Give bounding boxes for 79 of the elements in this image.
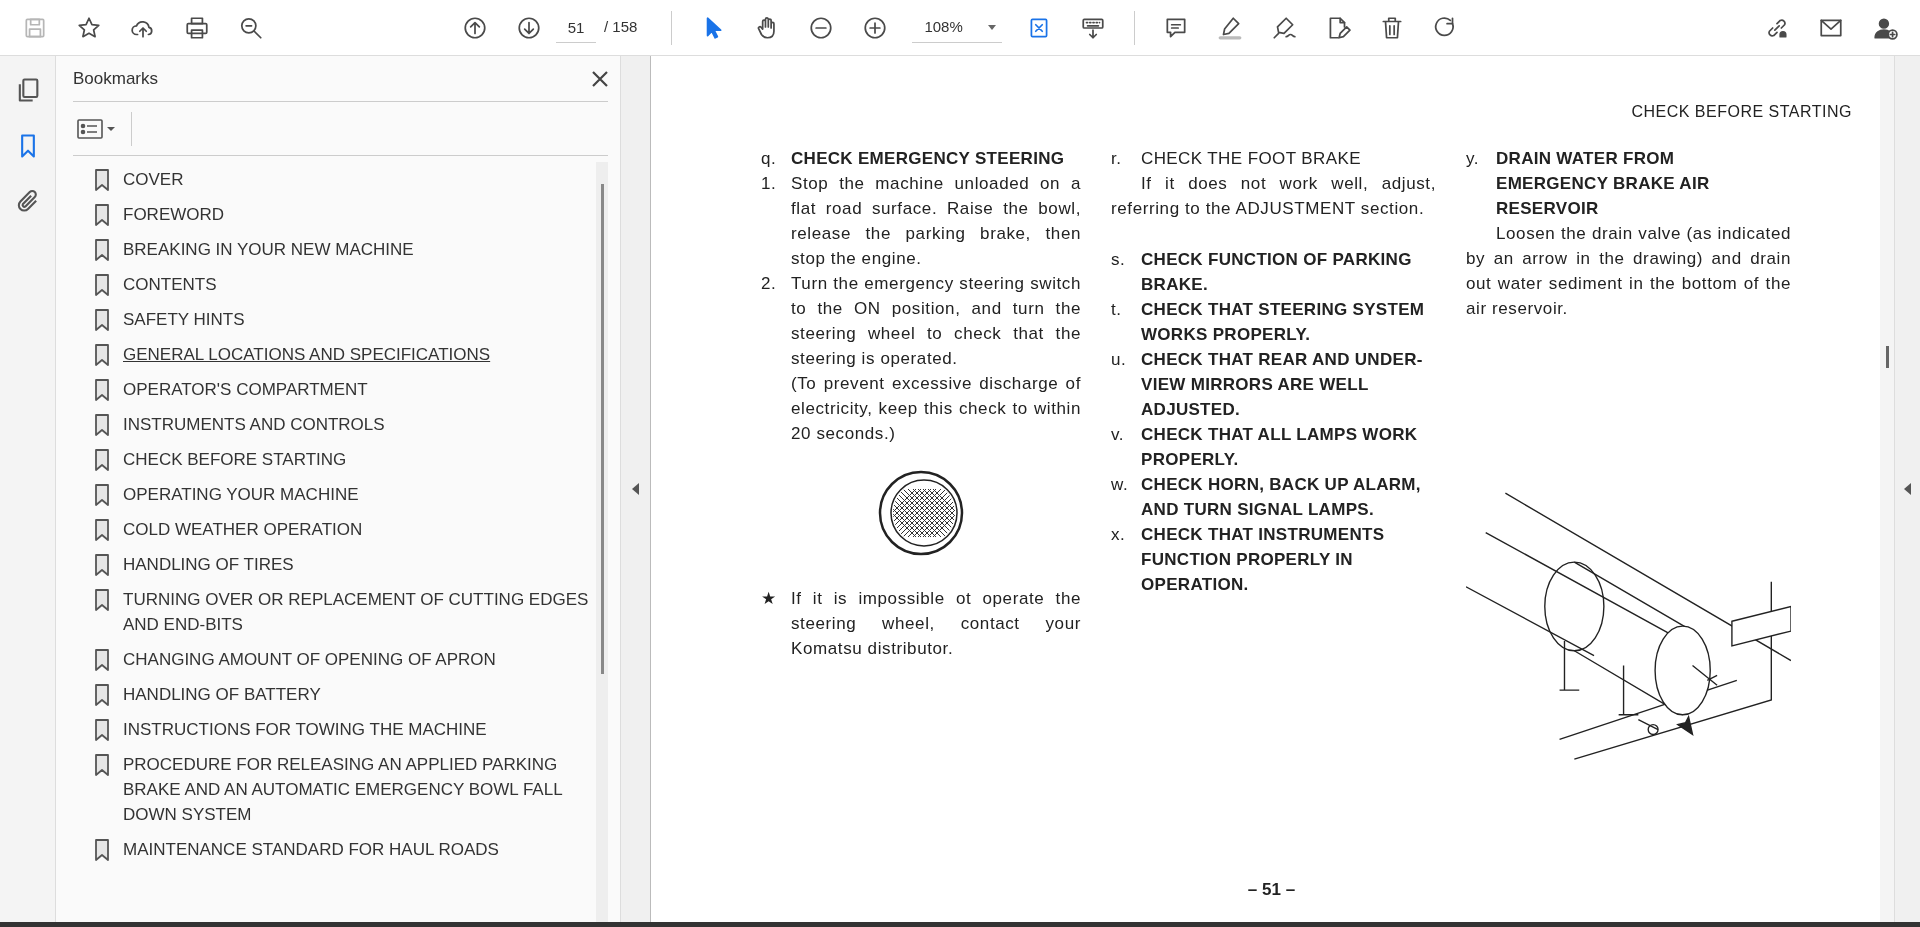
- bookmark-item[interactable]: FOREWORD: [123, 202, 225, 227]
- caret-icon[interactable]: [988, 24, 997, 30]
- bookmark-item[interactable]: COLD WEATHER OPERATION: [123, 517, 363, 542]
- bookmark-item[interactable]: HANDLING OF BATTERY: [123, 682, 321, 707]
- bookmark-icon: [95, 839, 109, 861]
- section-heading: CHECK HORN, BACK UP ALARM, AND TURN SIGNAL LAMPS.: [1141, 474, 1422, 521]
- paragraph: Turn the emergency steering switch to the ON position, and turn the steering wheel to check that the steering is operated.: [791, 273, 1081, 370]
- zoom-in-icon[interactable]: [862, 14, 889, 41]
- bookmark-icon: [95, 449, 109, 471]
- list-marker: t.: [1111, 299, 1123, 321]
- bookmark-icon: [95, 274, 109, 296]
- arrow-up-circle-icon[interactable]: [462, 14, 488, 41]
- printer-icon[interactable]: [184, 14, 210, 41]
- section-heading: CHECK EMERGENCY STEERING: [791, 148, 1066, 170]
- list-marker: 2.: [761, 273, 778, 295]
- bookmark-item[interactable]: MAINTENANCE STANDARD FOR HAUL ROADS: [123, 837, 499, 862]
- bookmark-icon: [95, 649, 109, 671]
- section-heading: CHECK FUNCTION OF PARKING BRAKE.: [1141, 249, 1413, 296]
- collapse-arrow-icon[interactable]: [631, 483, 640, 495]
- bookmark-item[interactable]: OPERATOR'S COMPARTMENT: [123, 377, 368, 402]
- bookmark-icon: [95, 589, 109, 611]
- page-count: / 158: [604, 17, 638, 38]
- paragraph: If it is impossible ot operate the steering wheel, contact your Komatsu distributor.: [791, 588, 1081, 660]
- bookmark-item[interactable]: HANDLING OF TIRES: [123, 552, 294, 577]
- options-menu-icon[interactable]: [77, 117, 117, 140]
- bookmark-item[interactable]: TURNING OVER OR REPLACEMENT OF CUTTING EDGES AND END-BITS: [123, 587, 593, 637]
- paragraph: Loosen the drain valve (as indicated by an arrow in the drawing) and drain out water sediment in the bottom of the air reservoir.: [1466, 223, 1791, 320]
- list-marker: v.: [1111, 424, 1126, 446]
- list-marker: s.: [1111, 249, 1127, 271]
- list-marker: r.: [1111, 148, 1123, 170]
- bookmark-item[interactable]: CONTENTS: [123, 272, 217, 297]
- list-marker: u.: [1111, 349, 1128, 371]
- bookmark-item[interactable]: BREAKING IN YOUR NEW MACHINE: [123, 237, 414, 262]
- pen-icon[interactable]: [1271, 14, 1298, 41]
- panel-title: Bookmarks: [73, 67, 159, 90]
- bookmark-icon: [95, 519, 109, 541]
- list-marker: w.: [1111, 474, 1130, 496]
- section-heading: CHECK THAT STEERING SYSTEM WORKS PROPERLY.: [1141, 299, 1426, 346]
- bookmark-item[interactable]: CHECK BEFORE STARTING: [123, 447, 347, 472]
- section-heading: CHECK THAT ALL LAMPS WORK PROPERLY.: [1141, 424, 1419, 471]
- list-marker: y.: [1466, 148, 1481, 170]
- bookmark-item[interactable]: COVER: [123, 167, 184, 192]
- section-heading: CHECK THE FOOT BRAKE: [1141, 148, 1362, 170]
- paragraph: If it does not work well, adjust, referring to the ADJUSTMENT section.: [1111, 173, 1436, 220]
- bookmark-icon: [95, 239, 109, 261]
- bookmark-icon: [95, 414, 109, 436]
- close-icon[interactable]: [592, 70, 608, 87]
- bookmark-item[interactable]: GENERAL LOCATIONS AND SPECIFICATIONS: [123, 342, 491, 367]
- bookmark-item[interactable]: OPERATING YOUR MACHINE: [123, 482, 359, 507]
- bookmark-icon: [95, 204, 109, 226]
- bookmark-item[interactable]: PROCEDURE FOR RELEASING AN APPLIED PARKING BRAKE AND AN AUTOMATIC EMERGENCY BOWL FALL DOWN SYSTEM: [123, 752, 593, 827]
- section-heading: CHECK THAT REAR AND UNDER-VIEW MIRRORS ARE WELL ADJUSTED.: [1141, 349, 1424, 421]
- paragraph: Stop the machine unloaded on a flat road surface. Raise the bowl, release the parking brake, then stop the engine.: [791, 173, 1081, 270]
- bookmark-icon: [95, 554, 109, 576]
- bookmark-item[interactable]: INSTRUMENTS AND CONTROLS: [123, 412, 385, 437]
- page-number: – 51 –: [1246, 878, 1297, 901]
- bookmark-icon: [95, 719, 109, 741]
- arrow-down-circle-icon[interactable]: [516, 14, 542, 41]
- bookmark-icon: [95, 309, 109, 331]
- section-heading: CHECK THAT INSTRUMENTS FUNCTION PROPERLY IN OPERATION.: [1141, 524, 1386, 596]
- running-header: CHECK BEFORE STARTING: [1630, 102, 1852, 122]
- list-marker: 1.: [761, 173, 778, 195]
- list-marker: q.: [761, 148, 778, 170]
- zoom-out-icon[interactable]: [808, 14, 835, 41]
- bookmark-icon: [95, 169, 109, 191]
- marker-icon[interactable]: [1217, 14, 1244, 41]
- list-marker: ★: [761, 588, 778, 610]
- bookmark-icon: [95, 684, 109, 706]
- section-heading: DRAIN WATER FROM EMERGENCY BRAKE AIR RESERVOIR: [1496, 148, 1711, 220]
- bookmark-icon: [95, 754, 109, 776]
- expand-arrow-icon[interactable]: [1903, 483, 1912, 495]
- bookmark-item[interactable]: SAFETY HINTS: [123, 307, 245, 332]
- bookmark-icon: [95, 484, 109, 506]
- paragraph: (To prevent excessive discharge of electricity, keep this check to within 20 seconds.): [791, 373, 1081, 445]
- bookmark-icon: [95, 344, 109, 366]
- list-marker: x.: [1111, 524, 1127, 546]
- bookmark-icon: [95, 379, 109, 401]
- bookmark-item[interactable]: INSTRUCTIONS FOR TOWING THE MACHINE: [123, 717, 487, 742]
- bookmark-item[interactable]: CHANGING AMOUNT OF OPENING OF APRON: [123, 647, 496, 672]
